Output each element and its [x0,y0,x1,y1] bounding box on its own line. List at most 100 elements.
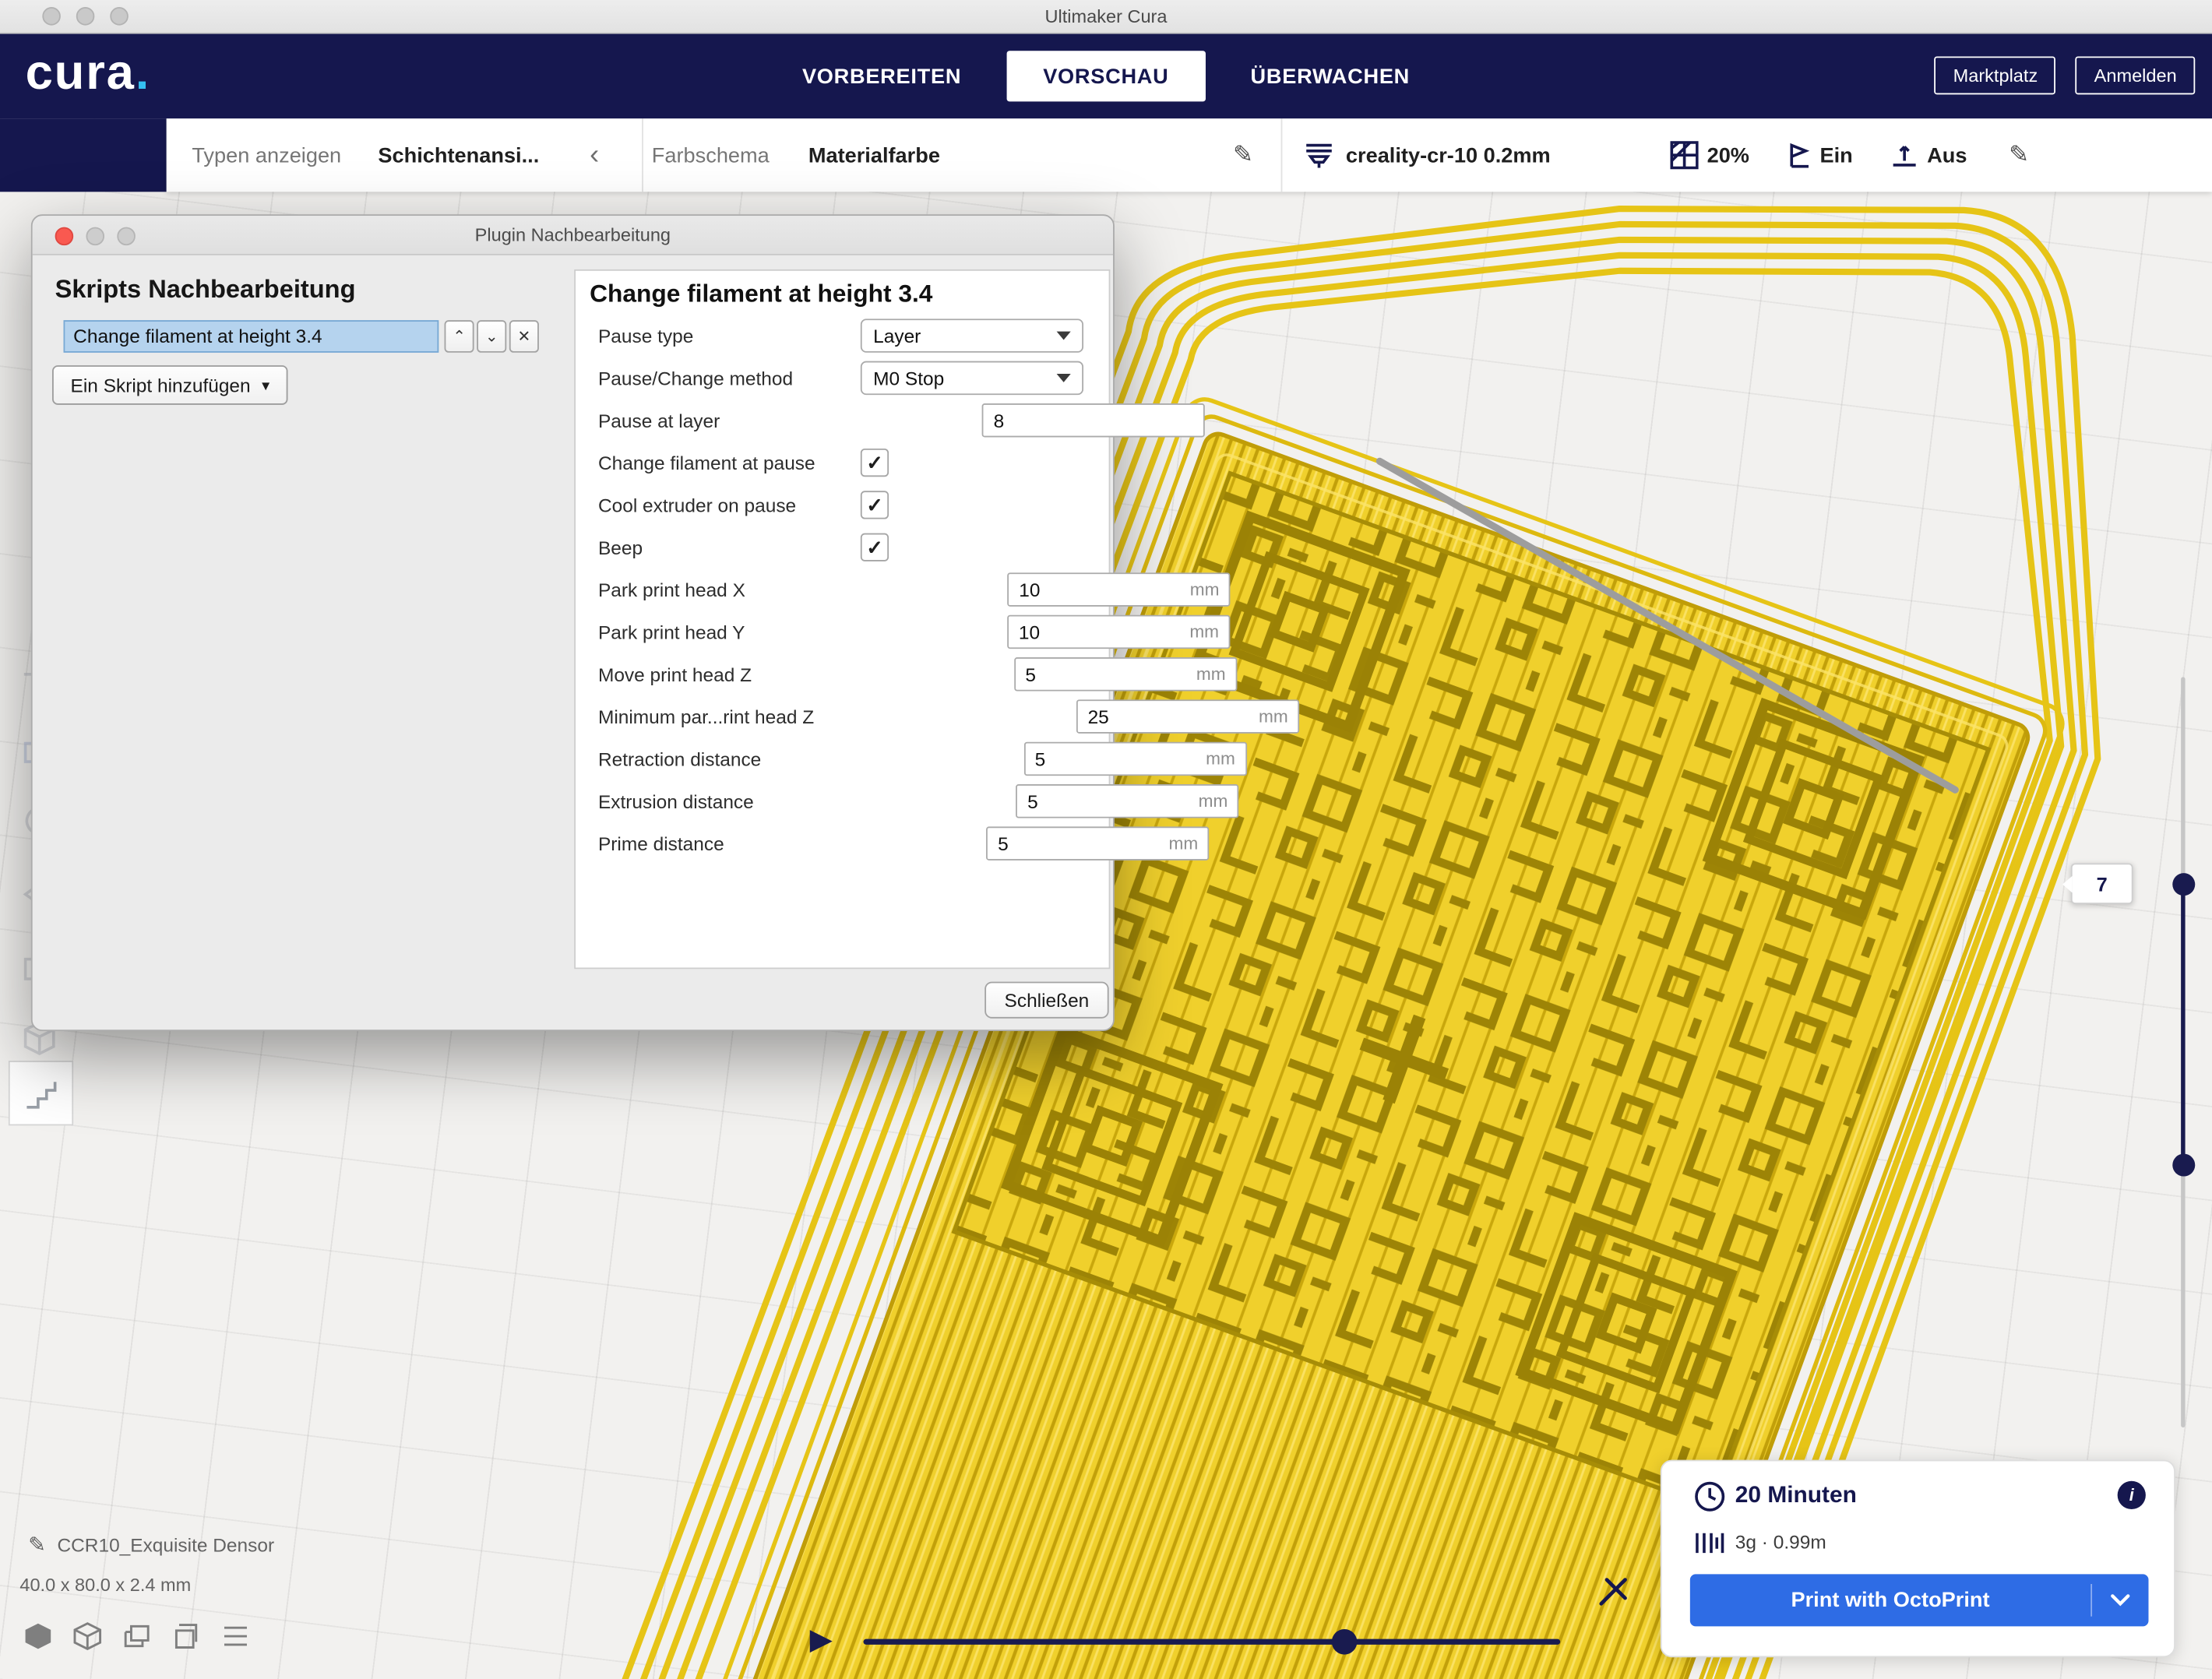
field-label: Park print head X [598,579,745,600]
support-value[interactable]: Ein [1819,143,1852,167]
check-icon: ✓ [866,537,882,557]
add-script-button[interactable]: Ein Skript hinzufügen ▾ [52,365,288,405]
field-label: Retraction distance [598,748,761,769]
window-minimize-icon[interactable] [76,7,95,26]
field-label: Change filament at pause [598,452,815,473]
layer-indicator: 7 [2071,863,2133,904]
add-script-label: Ein Skript hinzufügen [71,375,251,396]
remove-script-button[interactable]: ✕ [509,320,539,353]
object-cube-icon[interactable] [23,1622,54,1650]
script-settings-panel: Change filament at height 3.4 Pause type… [574,269,1110,969]
field-label: Cool extruder on pause [598,495,796,516]
unit-label: mm [1199,791,1228,811]
field-label: Pause at layer [598,410,720,431]
select-value: M0 Stop [873,368,944,389]
timeline-handle[interactable] [1332,1629,1358,1655]
pencil-icon[interactable]: ✎ [2009,141,2029,169]
material-usage: 3g · 0.99m [1735,1532,1826,1553]
pause-type-select[interactable]: Layer [861,319,1083,352]
object-group-icon[interactable] [122,1622,153,1650]
print-octoprint-button[interactable]: Print with OctoPrint [1690,1574,2149,1626]
dialog-title: Plugin Nachbearbeitung [475,224,671,245]
print-summary-card: 20 Minuten i 3g · 0.99m Print with OctoP… [1661,1460,2175,1658]
window-zoom-icon[interactable] [110,7,129,26]
unit-label: mm [1169,833,1199,853]
layer-slider-bottom-handle[interactable] [2172,1154,2195,1177]
pause-method-select[interactable]: M0 Stop [861,361,1083,395]
adjust-tools-icon[interactable] [1597,1574,1630,1615]
material-spool-icon [1696,1532,1727,1554]
field-label: Pause type [598,325,693,346]
print-button-label: Print with OctoPrint [1690,1588,2090,1612]
unit-label: mm [1189,622,1219,642]
view-type-label: Typen anzeigen [192,143,341,167]
stage-tabs: VORBEREITEN VORSCHAU ÜBERWACHEN [766,51,1446,101]
field-label: Minimum par...rint head Z [598,706,814,727]
dialog-titlebar[interactable]: Plugin Nachbearbeitung [33,216,1113,255]
infill-icon [1670,118,1698,192]
color-scheme-value[interactable]: Materialfarbe [808,143,940,167]
window-title: Ultimaker Cura [1044,5,1167,26]
field-label: Extrusion distance [598,790,754,811]
check-icon: ✓ [866,495,882,515]
field-label: Move print head Z [598,664,752,685]
header-left-block [0,118,167,192]
support-icon [1786,118,1814,192]
layer-view-tile-icon[interactable] [9,1061,73,1125]
tab-vorbereiten[interactable]: VORBEREITEN [766,51,998,101]
object-list-icon[interactable] [220,1622,252,1650]
view-toolbar: Typen anzeigen Schichtenansi... ‹ Farbsc… [167,118,2212,192]
layer-slider-top-handle[interactable] [2172,873,2195,896]
chevron-down-icon [1057,332,1071,340]
chevron-down-icon [1057,374,1071,382]
dialog-close-icon[interactable] [55,227,74,246]
window-close-icon[interactable] [42,7,61,26]
object-copy-icon[interactable] [171,1622,202,1650]
printer-nozzle-icon [1304,118,1335,192]
field-label: Pause/Change method [598,368,793,389]
view-type-value[interactable]: Schichtenansi... [378,143,539,167]
chevron-down-icon[interactable] [2092,1594,2148,1607]
beep-checkbox[interactable]: ✓ [861,533,889,561]
infill-value[interactable]: 20% [1707,143,1749,167]
info-icon[interactable]: i [2118,1481,2146,1509]
signin-button[interactable]: Anmelden [2076,56,2195,94]
chevron-left-icon[interactable]: ‹ [590,139,599,171]
model-name: CCR10_Exquisite Densor [57,1534,274,1555]
layer-slider-range[interactable] [2181,885,2185,1165]
os-titlebar: Ultimaker Cura [0,0,2212,33]
printer-profile-value[interactable]: creality-cr-10 0.2mm [1346,143,1551,167]
close-dialog-button[interactable]: Schließen [984,982,1108,1019]
marketplace-button[interactable]: Marktplatz [1935,56,2056,94]
field-label: Prime distance [598,833,724,854]
adhesion-value[interactable]: Aus [1927,143,1967,167]
script-settings-title: Change filament at height 3.4 [590,280,932,309]
pause-at-layer-input[interactable] [982,403,1205,437]
model-dimensions: 40.0 x 80.0 x 2.4 mm [19,1574,191,1595]
scripts-heading: Skripts Nachbearbeitung [55,275,356,304]
tab-vorschau[interactable]: VORSCHAU [1006,51,1205,101]
clock-icon [1692,1480,1726,1513]
change-filament-checkbox[interactable]: ✓ [861,449,889,477]
rename-pencil-icon[interactable]: ✎ [28,1532,46,1558]
move-script-up-button[interactable]: ⌃ [445,320,474,353]
dialog-zoom-icon[interactable] [117,227,136,246]
app-header: cura. VORBEREITEN VORSCHAU ÜBERWACHEN Ma… [0,33,2212,118]
unit-label: mm [1206,749,1235,769]
toolbar-divider [642,118,643,192]
toolbar-divider [1281,118,1283,192]
object-cube-icon[interactable] [72,1622,103,1650]
dropdown-arrow-icon: ▾ [262,376,269,395]
script-list-item[interactable]: Change filament at height 3.4 [64,320,439,353]
dialog-minimize-icon[interactable] [86,227,104,246]
unit-label: mm [1196,664,1226,684]
post-processing-dialog: Plugin Nachbearbeitung Skripts Nachbearb… [31,214,1115,1031]
tab-ueberwachen[interactable]: ÜBERWACHEN [1213,51,1446,101]
pencil-icon[interactable]: ✎ [1233,141,1253,169]
play-button[interactable]: ▶ [810,1622,833,1657]
color-scheme-label: Farbschema [652,143,770,167]
simulation-timeline[interactable] [863,1639,1560,1645]
select-value: Layer [873,325,921,346]
move-script-down-button[interactable]: ⌄ [477,320,506,353]
cool-extruder-checkbox[interactable]: ✓ [861,491,889,519]
